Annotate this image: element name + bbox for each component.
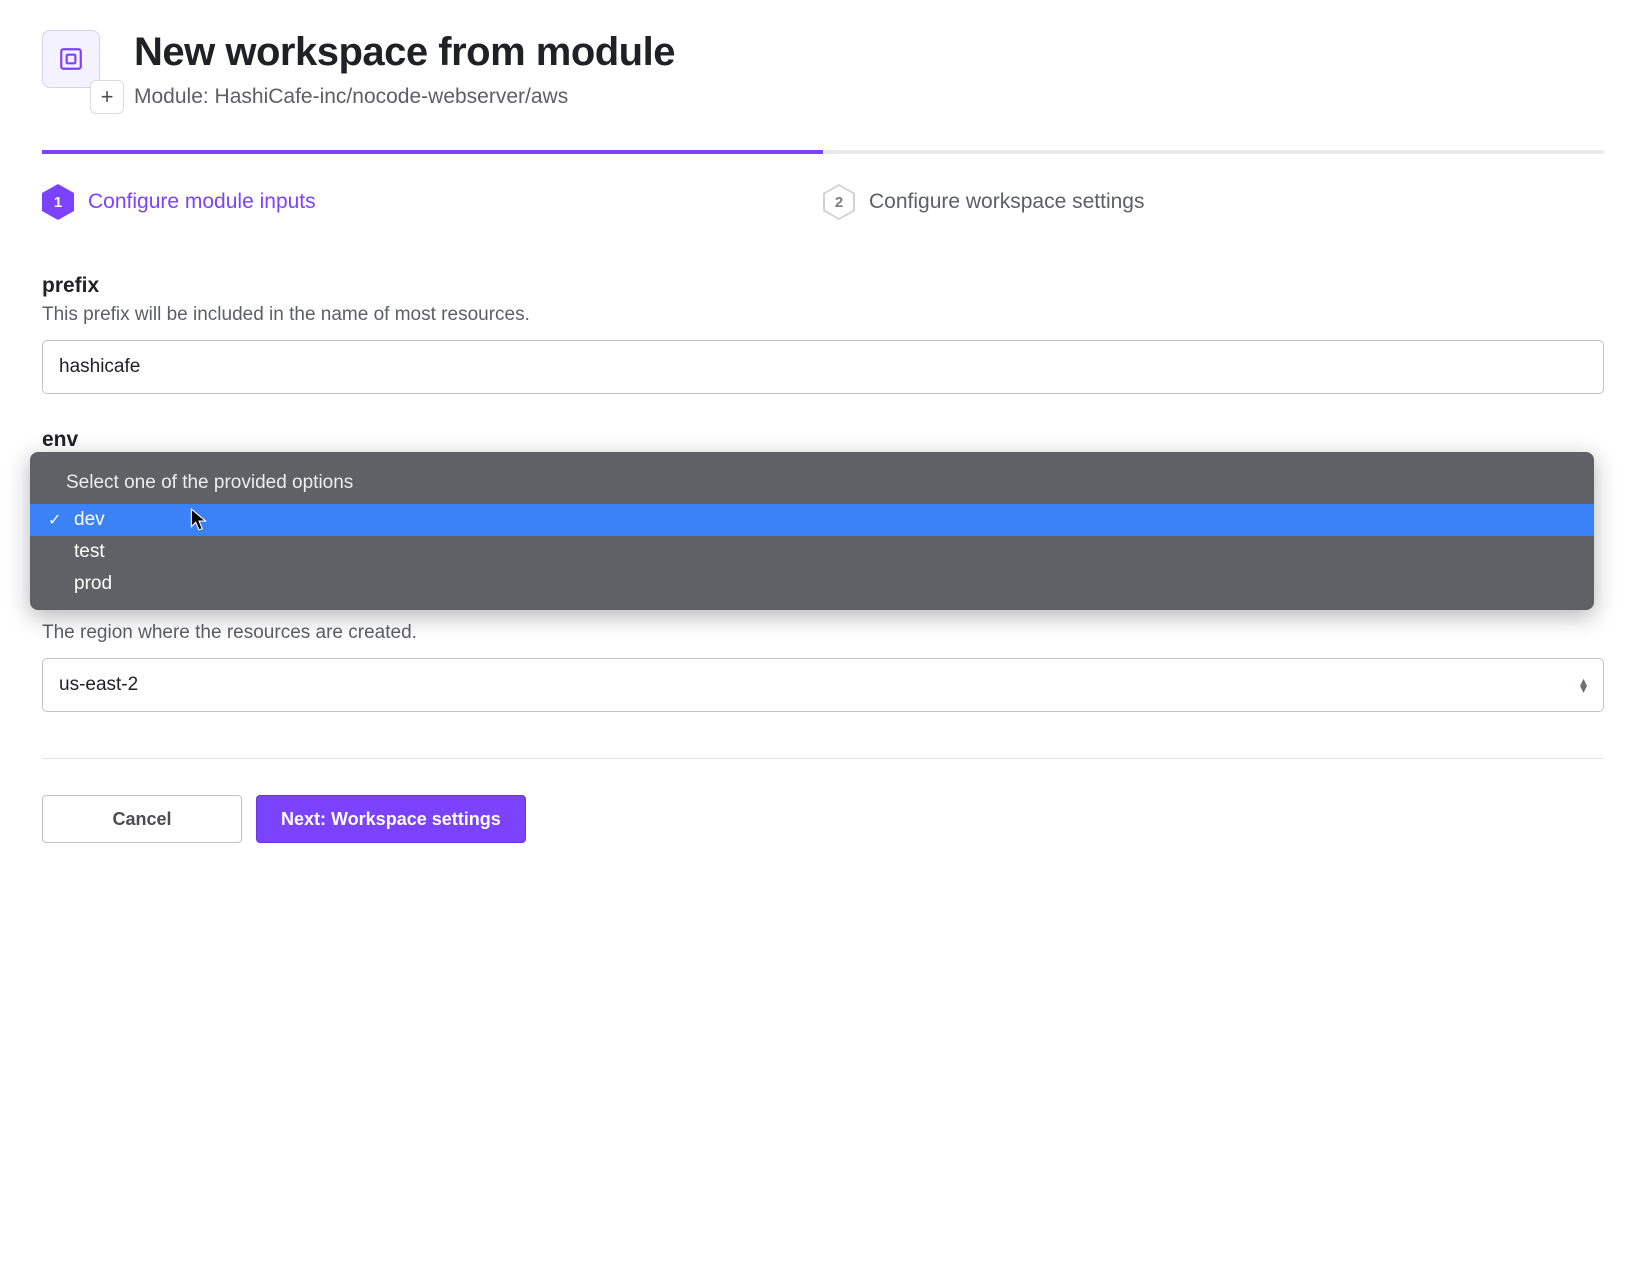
field-help: This prefix will be included in the name… xyxy=(42,304,1604,326)
field-region: The region where the resources are creat… xyxy=(42,622,1604,712)
page-header: + New workspace from module Module: Hash… xyxy=(42,30,1604,110)
tab-label: Configure workspace settings xyxy=(869,190,1144,214)
cursor-icon xyxy=(190,508,208,532)
option-label: test xyxy=(74,541,105,563)
check-icon: ✓ xyxy=(48,510,66,530)
field-help: The region where the resources are creat… xyxy=(42,622,1604,644)
divider xyxy=(42,758,1604,759)
tab-label: Configure module inputs xyxy=(88,190,316,214)
module-path: Module: HashiCafe-inc/nocode-webserver/a… xyxy=(134,85,1604,109)
dropdown-option-dev[interactable]: ✓ dev xyxy=(30,504,1594,536)
tab-configure-inputs[interactable]: 1 Configure module inputs xyxy=(42,184,823,220)
module-icon xyxy=(42,30,100,88)
prefix-input[interactable] xyxy=(42,340,1604,394)
field-label: prefix xyxy=(42,274,1604,298)
cancel-button[interactable]: Cancel xyxy=(42,795,242,843)
field-env: env Select one of the provided options ✓… xyxy=(42,428,1604,588)
step-badge-2: 2 xyxy=(823,184,855,220)
tab-workspace-settings[interactable]: 2 Configure workspace settings xyxy=(823,184,1604,220)
option-label: dev xyxy=(74,509,105,531)
env-dropdown: Select one of the provided options ✓ dev… xyxy=(30,452,1594,610)
plus-icon: + xyxy=(90,80,124,114)
region-select[interactable]: us-east-2 ▴▾ xyxy=(42,658,1604,712)
select-value: us-east-2 xyxy=(59,674,138,696)
page-title: New workspace from module xyxy=(134,30,1604,75)
progress-rail xyxy=(42,150,1604,154)
module-icon-stack: + xyxy=(42,30,112,110)
dropdown-header: Select one of the provided options xyxy=(30,466,1594,504)
step-tabs: 1 Configure module inputs 2 Configure wo… xyxy=(42,150,1604,220)
dropdown-option-prod[interactable]: prod xyxy=(30,568,1594,600)
field-label: env xyxy=(42,428,1604,452)
field-prefix: prefix This prefix will be included in t… xyxy=(42,274,1604,394)
footer-actions: Cancel Next: Workspace settings xyxy=(42,795,1604,843)
step-badge-1: 1 xyxy=(42,184,74,220)
next-button[interactable]: Next: Workspace settings xyxy=(256,795,526,843)
dropdown-option-test[interactable]: test xyxy=(30,536,1594,568)
chevron-updown-icon: ▴▾ xyxy=(1580,678,1587,692)
option-label: prod xyxy=(74,573,112,595)
